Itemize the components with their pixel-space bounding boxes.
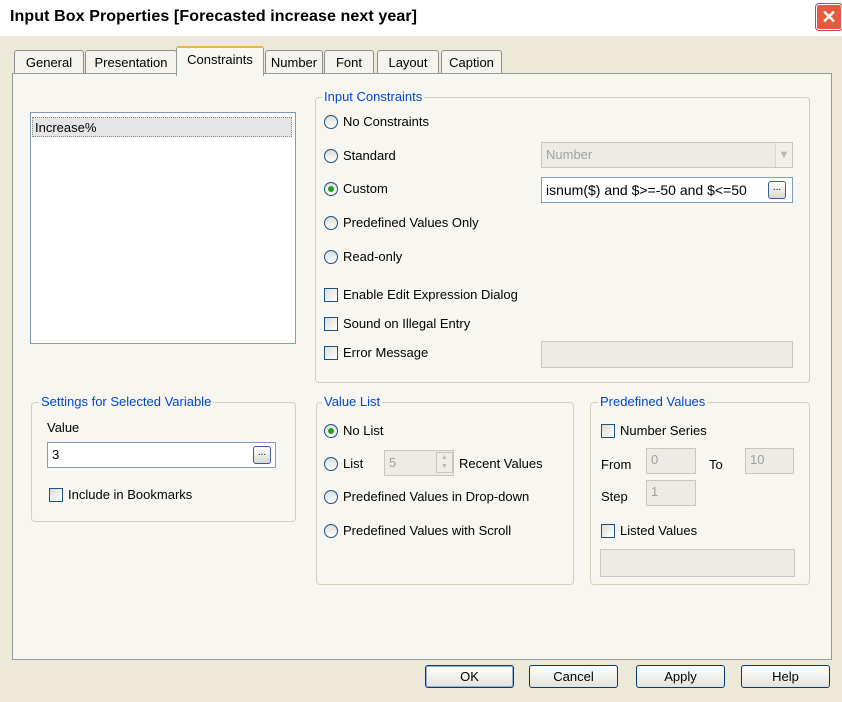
tab-general[interactable]: General	[14, 50, 84, 74]
ellipsis-icon[interactable]: ...	[768, 181, 786, 199]
radio-read-only[interactable]	[324, 250, 338, 264]
radio-predefined-only-label: Predefined Values Only	[343, 215, 479, 230]
radio-no-list[interactable]	[324, 424, 338, 438]
error-message-label: Error Message	[343, 345, 429, 360]
sound-illegal-entry-label: Sound on Illegal Entry	[343, 316, 471, 331]
radio-predefined-only[interactable]	[324, 216, 338, 230]
listed-values-label: Listed Values	[620, 523, 698, 538]
settings-selected-variable-title: Settings for Selected Variable	[39, 394, 214, 409]
from-label: From	[601, 457, 632, 472]
tab-presentation[interactable]: Presentation	[85, 50, 177, 74]
cancel-button[interactable]: Cancel	[529, 665, 618, 688]
help-button[interactable]: Help	[741, 665, 830, 688]
radio-no-list-label: No List	[343, 423, 384, 438]
apply-button[interactable]: Apply	[636, 665, 725, 688]
variables-list[interactable]: Increase%	[30, 112, 296, 344]
radio-predefined-dropdown-label: Predefined Values in Drop-down	[343, 489, 530, 504]
tab-layout[interactable]: Layout	[377, 50, 439, 74]
error-message-field[interactable]	[541, 341, 793, 368]
value-label: Value	[47, 420, 80, 435]
ok-button[interactable]: OK	[425, 665, 514, 688]
list-item[interactable]: Increase%	[32, 117, 292, 137]
listed-values-field[interactable]	[600, 549, 795, 577]
step-label: Step	[601, 489, 628, 504]
include-bookmarks-checkbox[interactable]	[49, 488, 63, 502]
recent-values-label: Recent Values	[459, 456, 543, 471]
value-list-title: Value List	[322, 394, 383, 409]
to-input[interactable]: 10	[745, 448, 794, 474]
radio-custom-label: Custom	[343, 181, 388, 196]
from-input[interactable]: 0	[646, 448, 696, 474]
value-input[interactable]: 3	[47, 442, 276, 468]
include-bookmarks-label: Include in Bookmarks	[68, 487, 193, 502]
radio-selected-dot	[328, 186, 334, 192]
standard-combo[interactable]: Number	[541, 142, 793, 168]
radio-no-constraints-label: No Constraints	[343, 114, 429, 129]
to-label: To	[709, 457, 723, 472]
tab-caption[interactable]: Caption	[441, 50, 502, 74]
radio-list[interactable]	[324, 457, 338, 471]
radio-predefined-dropdown[interactable]	[324, 490, 338, 504]
close-icon[interactable]: ✕	[816, 4, 842, 30]
radio-standard-label: Standard	[343, 148, 396, 163]
sound-illegal-entry-checkbox[interactable]	[324, 317, 338, 331]
tab-font[interactable]: Font	[324, 50, 374, 74]
radio-predefined-scroll[interactable]	[324, 524, 338, 538]
number-series-checkbox[interactable]	[601, 424, 615, 438]
custom-expression-field[interactable]: isnum($) and $>=-50 and $<=50	[541, 177, 793, 203]
error-message-checkbox[interactable]	[324, 346, 338, 360]
radio-no-constraints[interactable]	[324, 115, 338, 129]
input-constraints-title: Input Constraints	[322, 89, 425, 104]
enable-edit-expression-checkbox[interactable]	[324, 288, 338, 302]
radio-custom[interactable]	[324, 182, 338, 196]
title-bar: Input Box Properties [Forecasted increas…	[0, 0, 842, 36]
chevron-down-icon[interactable]: ▼	[775, 143, 792, 167]
listed-values-checkbox[interactable]	[601, 524, 615, 538]
radio-standard[interactable]	[324, 149, 338, 163]
enable-edit-expression-label: Enable Edit Expression Dialog	[343, 287, 518, 302]
tab-constraints[interactable]: Constraints	[176, 46, 264, 76]
tab-number[interactable]: Number	[265, 50, 323, 74]
radio-read-only-label: Read-only	[343, 249, 403, 264]
radio-predefined-scroll-label: Predefined Values with Scroll	[343, 523, 512, 538]
predefined-values-title: Predefined Values	[598, 394, 708, 409]
step-input[interactable]: 1	[646, 480, 696, 506]
ellipsis-icon[interactable]: ...	[253, 446, 271, 464]
window-title: Input Box Properties [Forecasted increas…	[10, 8, 418, 25]
radio-list-label: List	[343, 456, 364, 471]
spinner-arrows-icon[interactable]: ▲ ▼	[436, 452, 453, 473]
radio-selected-dot	[328, 428, 334, 434]
number-series-label: Number Series	[620, 423, 707, 438]
